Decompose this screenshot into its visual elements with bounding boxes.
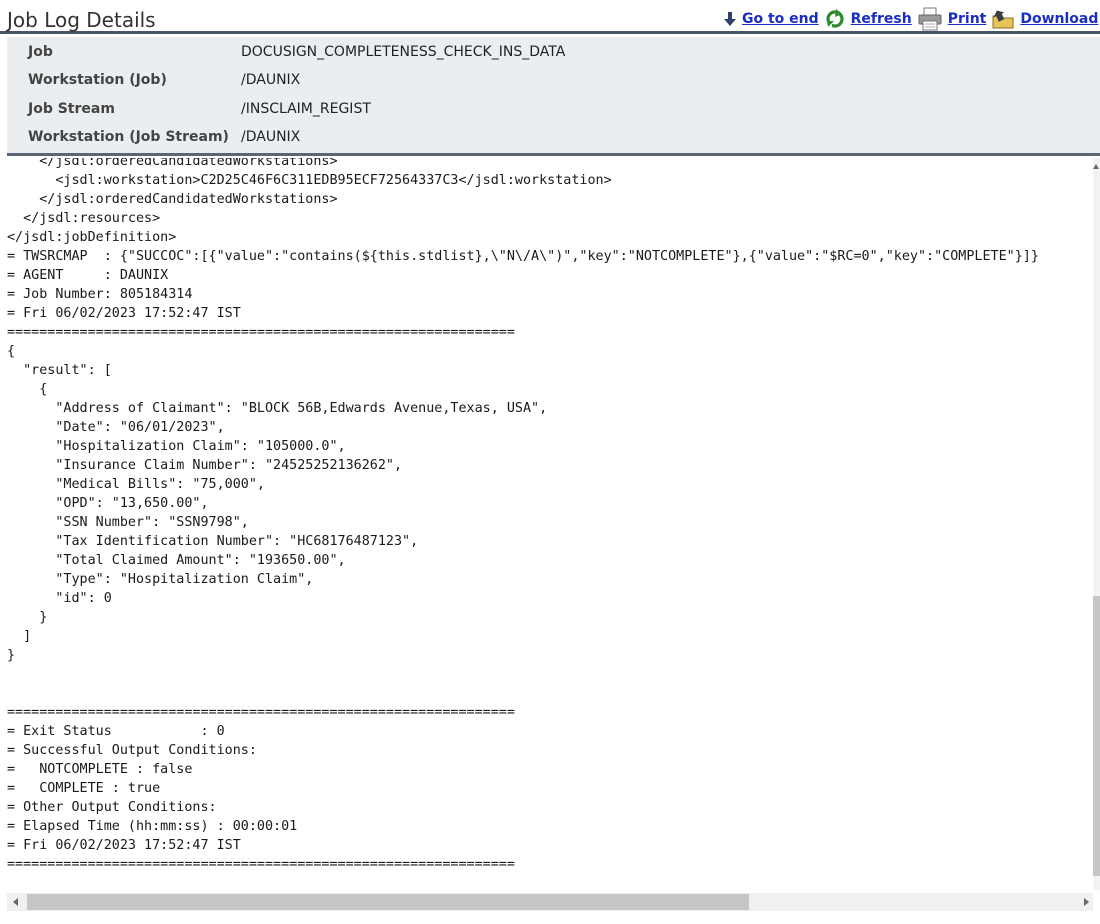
log-line: </jsdl:orderedCandidatedWorkstations> [7, 158, 338, 169]
log-line: "Total Claimed Amount": "193650.00", [7, 553, 346, 568]
scroll-left-icon[interactable] [13, 898, 18, 906]
horizontal-scrollbar[interactable] [7, 893, 1093, 911]
log-line: ========================================… [7, 325, 515, 340]
print-button[interactable]: Print [918, 7, 987, 31]
arrow-down-icon [724, 12, 736, 26]
log-line: </jsdl:orderedCandidatedWorkstations> [7, 192, 338, 207]
log-line: "Date": "06/01/2023", [7, 420, 225, 435]
log-line: = Exit Status : 0 [7, 724, 225, 739]
log-line: "SSN Number": "SSN9798", [7, 515, 249, 530]
log-line: "Insurance Claim Number": "2452525213626… [7, 458, 403, 473]
log-line: { [7, 382, 48, 397]
horizontal-scroll-thumb[interactable] [27, 894, 749, 910]
log-line: = AGENT : DAUNIX [7, 268, 169, 283]
log-line: } [7, 610, 48, 625]
log-line: <jsdl:workstation>C2D25C46F6C311EDB95ECF… [7, 173, 612, 188]
go-to-end-link[interactable]: Go to end [742, 11, 819, 27]
page-header: Job Log Details Go to end Refresh Print … [0, 0, 1100, 34]
log-line: } [7, 648, 16, 663]
info-label: Workstation (Job Stream) [28, 129, 229, 145]
info-value: DOCUSIGN_COMPLETENESS_CHECK_INS_DATA [241, 44, 566, 60]
info-label: Workstation (Job) [28, 72, 167, 88]
log-line: = Elapsed Time (hh:mm:ss) : 00:00:01 [7, 819, 298, 834]
scroll-right-icon[interactable] [1084, 898, 1089, 906]
log-line: "Hospitalization Claim": "105000.0", [7, 439, 346, 454]
job-log-text: </jsdl:orderedCandidatedWorkstations> <j… [7, 158, 1039, 874]
vertical-scroll-thumb[interactable] [1093, 596, 1100, 876]
log-line: "result": [ [7, 363, 112, 378]
job-info-panel: Job DOCUSIGN_COMPLETENESS_CHECK_INS_DATA… [7, 37, 1100, 156]
log-line: = Fri 06/02/2023 17:52:47 IST [7, 838, 241, 853]
refresh-button[interactable]: Refresh [825, 9, 912, 29]
download-icon [992, 10, 1014, 29]
log-line: = Fri 06/02/2023 17:52:47 IST [7, 306, 241, 321]
log-line: ========================================… [7, 857, 515, 872]
info-label: Job [28, 44, 53, 60]
log-line: "Address of Claimant": "BLOCK 56B,Edward… [7, 401, 548, 416]
log-line: </jsdl:jobDefinition> [7, 230, 177, 245]
log-line: "Type": "Hospitalization Claim", [7, 572, 314, 587]
log-line: ========================================… [7, 705, 515, 720]
toolbar: Go to end Refresh Print Download [724, 7, 1100, 31]
log-line: </jsdl:resources> [7, 211, 161, 226]
info-value: /DAUNIX [241, 129, 301, 145]
log-line: "Tax Identification Number": "HC68176487… [7, 534, 419, 549]
scroll-up-icon[interactable] [1093, 164, 1099, 169]
info-value: /DAUNIX [241, 72, 301, 88]
log-line: "OPD": "13,650.00", [7, 496, 209, 511]
info-label: Job Stream [28, 101, 115, 117]
go-to-end-button[interactable]: Go to end [724, 11, 819, 27]
log-line: = Other Output Conditions: [7, 800, 217, 815]
page-title: Job Log Details [7, 8, 156, 32]
download-button[interactable]: Download [992, 9, 1098, 29]
vertical-scrollbar[interactable] [1093, 158, 1100, 890]
log-line: = NOTCOMPLETE : false [7, 762, 193, 777]
info-value: /INSCLAIM_REGIST [241, 101, 371, 117]
log-line: { [7, 344, 16, 359]
log-line: = COMPLETE : true [7, 781, 161, 796]
log-line: = TWSRCMAP : {"SUCCOC":[{"value":"contai… [7, 249, 1039, 264]
log-line: "Medical Bills": "75,000", [7, 477, 265, 492]
print-link[interactable]: Print [948, 11, 987, 27]
log-line: = Job Number: 805184314 [7, 287, 193, 302]
download-link[interactable]: Download [1020, 11, 1098, 27]
printer-icon [918, 7, 942, 31]
log-line: ] [7, 629, 32, 644]
job-log-viewport[interactable]: </jsdl:orderedCandidatedWorkstations> <j… [7, 158, 1093, 890]
log-line: = Successful Output Conditions: [7, 743, 257, 758]
log-line: "id": 0 [7, 591, 112, 606]
refresh-link[interactable]: Refresh [851, 11, 912, 27]
refresh-icon [826, 9, 844, 28]
